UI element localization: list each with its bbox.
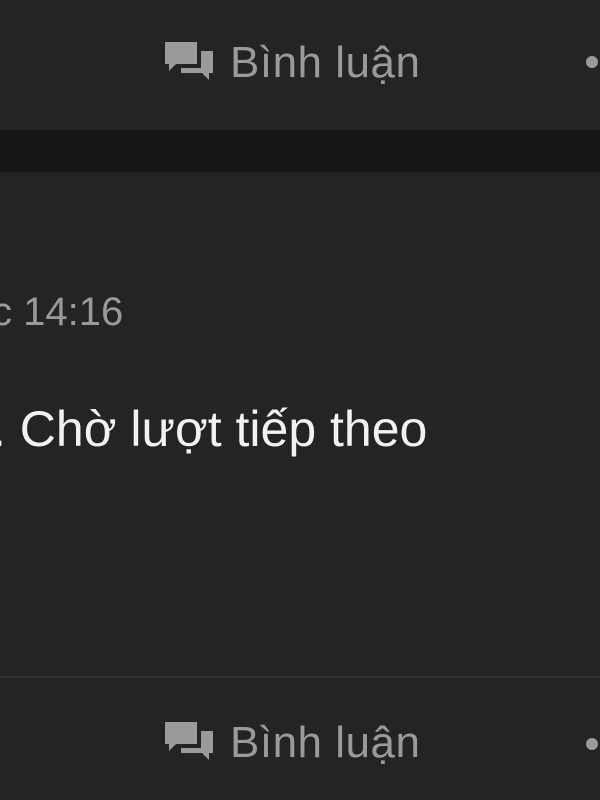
post-text: . Chờ lượt tiếp theo [0,401,428,457]
speech-bubbles-icon [165,722,213,760]
more-dot-icon[interactable] [586,738,598,750]
speech-bubbles-icon [165,42,213,80]
post-timestamp: c 14:16 [0,290,124,334]
comment-label: Bình luận [230,38,421,87]
comment-button[interactable]: Bình luận [162,718,420,768]
comment-button[interactable]: Bình luận [162,38,420,88]
more-dot-icon[interactable] [586,56,598,68]
post-action-bar-bottom: Bình luận [0,676,600,800]
post-action-bar-top: Bình luận [0,0,600,130]
post-card: c 14:16 . Chờ lượt tiếp theo [0,172,600,676]
post-divider [0,130,600,172]
comment-label: Bình luận [230,718,421,767]
feed-page: Bình luận c 14:16 . Chờ lượt tiếp theo B… [0,0,600,800]
